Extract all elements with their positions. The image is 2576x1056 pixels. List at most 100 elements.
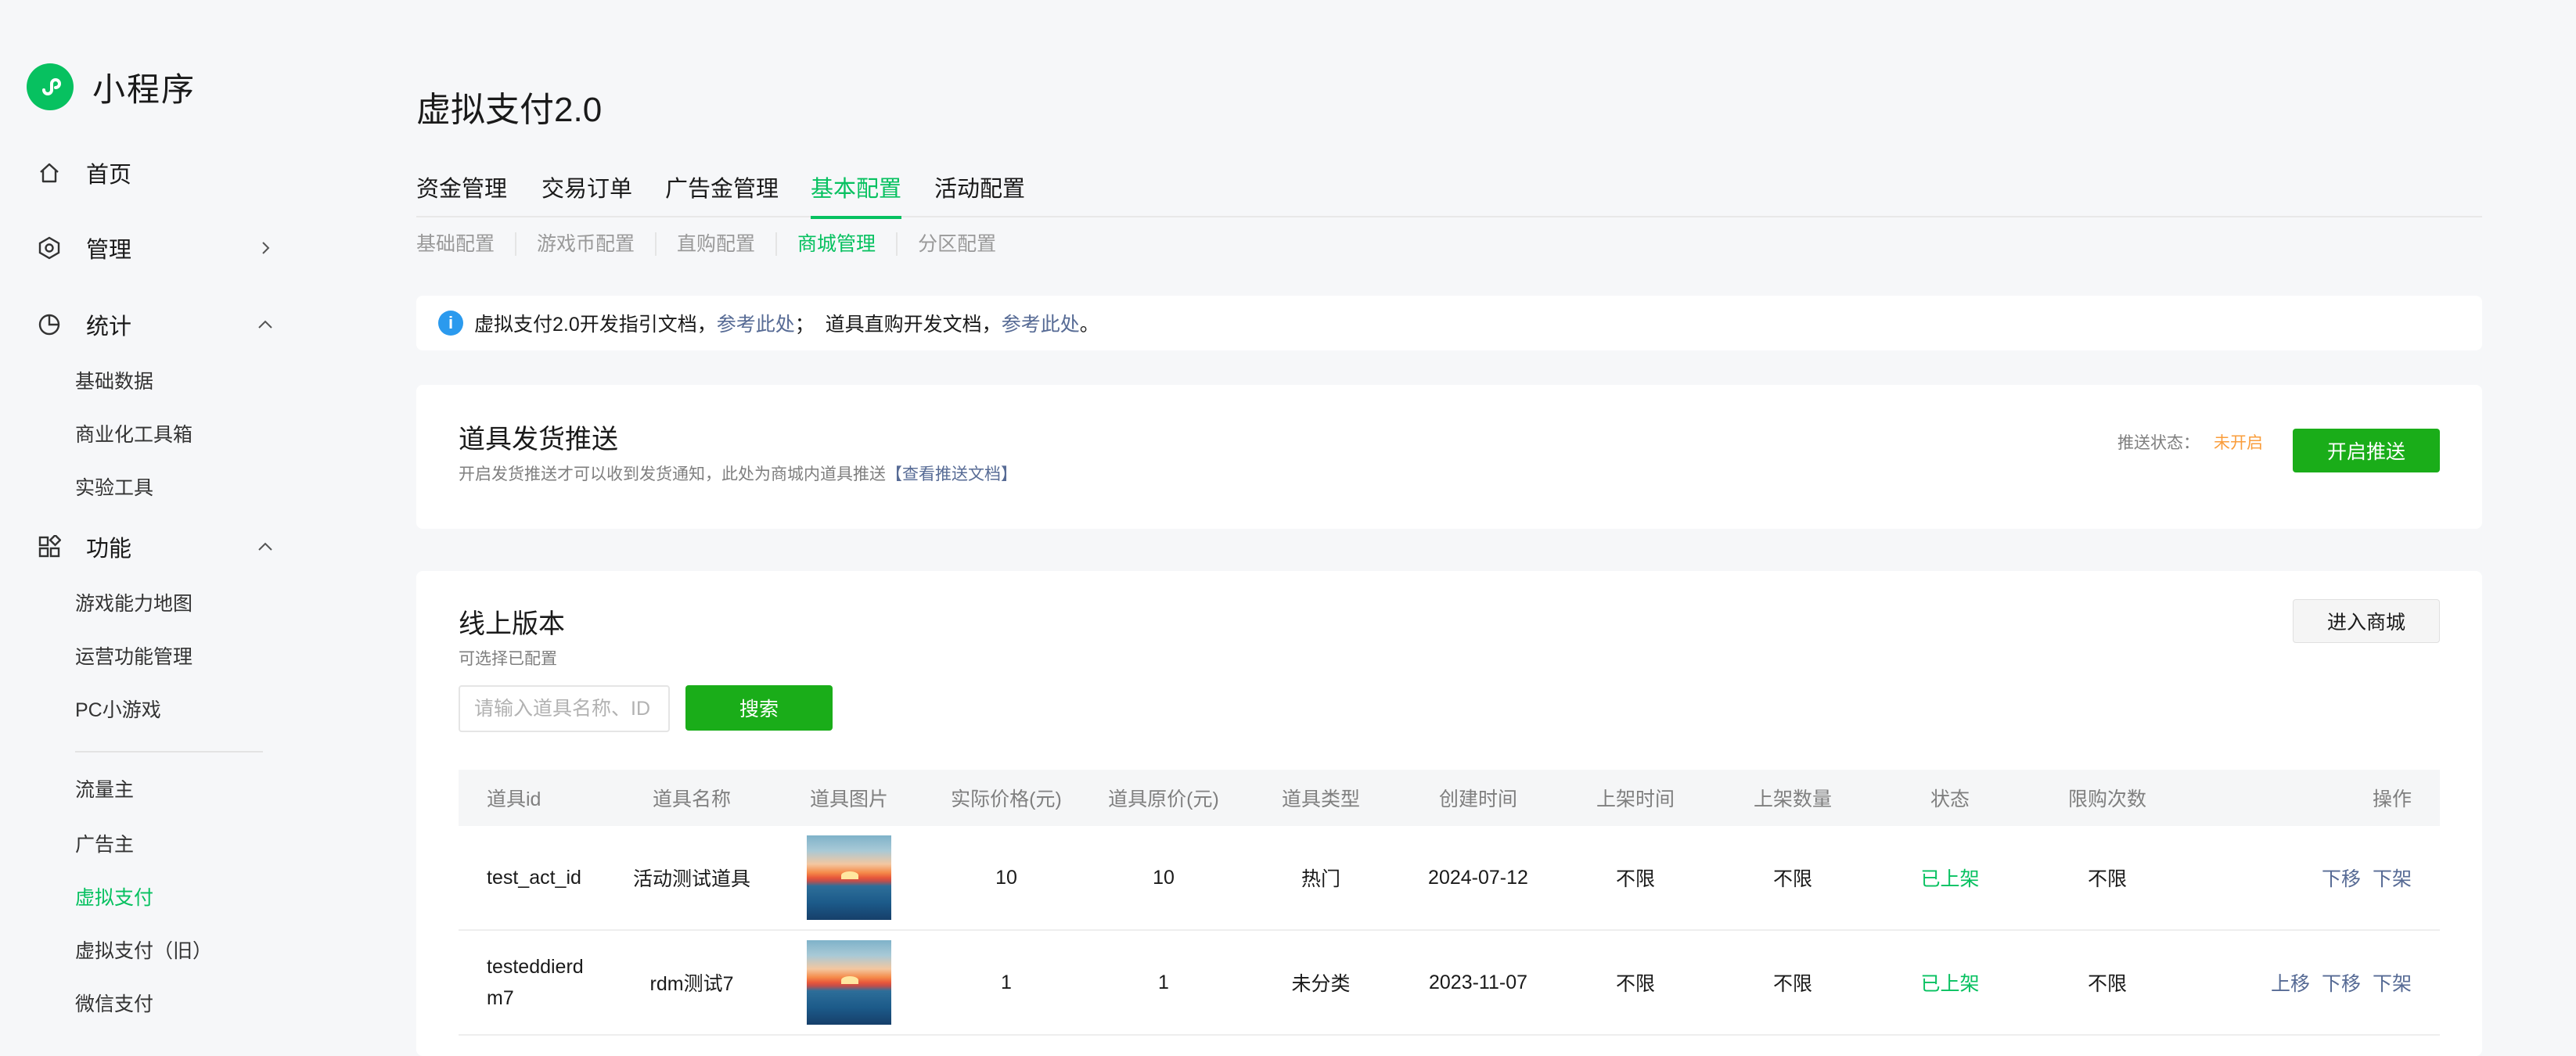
nav-stats[interactable]: 统计 [36, 305, 279, 344]
cell-item-type: 热门 [1301, 868, 1340, 890]
notice-text-3: 。 [1079, 314, 1099, 336]
delist-link[interactable]: 下架 [2373, 973, 2412, 995]
th-listing-time: 上架时间 [1596, 788, 1675, 810]
cell-item-image [786, 940, 912, 1025]
subtab-basic[interactable]: 基础配置 [416, 232, 515, 256]
tab-funds[interactable]: 资金管理 [416, 171, 507, 217]
search-button[interactable]: 搜索 [685, 685, 833, 731]
table-row: testeddierdm7 rdm测试7 1 1 未分类 2023-11-07 … [459, 931, 2440, 1036]
cell-actions: 上移 下移 下架 [2171, 968, 2440, 997]
table-header: 道具id 道具名称 道具图片 实际价格(元) 道具原价(元) 道具类型 创建时间… [459, 770, 2440, 826]
cell-item-name: 活动测试道具 [632, 868, 750, 890]
subtab-currency[interactable]: 游戏币配置 [515, 232, 655, 256]
home-icon [36, 160, 63, 186]
cell-listing-time: 不限 [1615, 868, 1655, 890]
cell-actions: 下移 下架 [2171, 864, 2440, 892]
delist-link[interactable]: 下架 [2373, 868, 2412, 890]
th-item-id: 道具id [487, 788, 541, 810]
th-original-price: 道具原价(元) [1108, 788, 1219, 810]
push-status-label: 推送状态： [2117, 434, 2200, 452]
brand[interactable]: 小程序 [27, 63, 196, 111]
nav-sub-commerce-toolbox[interactable]: 商业化工具箱 [75, 419, 192, 451]
apps-grid-icon [36, 533, 63, 560]
subtab-direct-buy[interactable]: 直购配置 [655, 232, 775, 256]
nav-sub-pc-minigame[interactable]: PC小游戏 [75, 695, 161, 726]
miniprogram-logo-icon [27, 63, 74, 110]
move-down-link[interactable]: 下移 [2322, 868, 2361, 890]
cell-status: 已上架 [1920, 868, 1980, 890]
subtab-bar: 基础配置 游戏币配置 直购配置 商城管理 分区配置 [416, 228, 1016, 260]
info-icon: i [438, 311, 463, 336]
table-row: test_act_id 活动测试道具 10 10 热门 2024-07-12 不… [459, 826, 2440, 931]
cell-item-id: test_act_id [487, 867, 581, 889]
notice-link-direct-buy[interactable]: 参考此处 [1002, 309, 1080, 337]
cell-item-id: testeddierdm7 [487, 956, 584, 1009]
move-up-link[interactable]: 上移 [2271, 973, 2310, 995]
chevron-right-icon [252, 235, 279, 261]
cell-purchase-limit: 不限 [2087, 868, 2127, 890]
page-title: 虚拟支付2.0 [416, 91, 603, 129]
cell-actual-price: 1 [1001, 971, 1012, 993]
th-status: 状态 [1930, 788, 1970, 810]
item-search-input[interactable] [459, 685, 670, 732]
th-actions: 操作 [2372, 788, 2412, 810]
tab-bar: 资金管理 交易订单 广告金管理 基本配置 活动配置 [416, 171, 2482, 219]
subtab-zone[interactable]: 分区配置 [896, 232, 1016, 256]
th-created-time: 创建时间 [1438, 788, 1517, 810]
nav-sub-virtual-payment[interactable]: 虚拟支付 [75, 882, 153, 914]
online-title: 线上版本 [459, 609, 565, 639]
subtab-store[interactable]: 商城管理 [775, 232, 896, 256]
push-title: 道具发货推送 [459, 425, 618, 454]
enable-push-button[interactable]: 开启推送 [2293, 429, 2440, 472]
nav-manage-label: 管理 [86, 238, 132, 263]
nav-home-label: 首页 [86, 163, 132, 188]
cell-created-time: 2023-11-07 [1428, 971, 1528, 993]
notice-bar: i 虚拟支付2.0开发指引文档， 参考此处 ； 道具直购开发文档， 参考此处 。 [416, 296, 2482, 350]
th-item-name: 道具名称 [652, 788, 731, 810]
items-table: 道具id 道具名称 道具图片 实际价格(元) 道具原价(元) 道具类型 创建时间… [459, 770, 2440, 1036]
chevron-up-icon [252, 311, 279, 338]
push-status-value: 未开启 [2214, 434, 2263, 452]
online-desc: 可选择已配置 [459, 650, 557, 668]
enter-store-button[interactable]: 进入商城 [2293, 599, 2440, 643]
nav-sub-game-ability-map[interactable]: 游戏能力地图 [75, 588, 192, 620]
nav-sub-advertiser[interactable]: 广告主 [75, 829, 134, 860]
chevron-up-icon [252, 533, 279, 560]
tab-basic-config[interactable]: 基本配置 [811, 171, 902, 219]
online-version-card: 线上版本 可选择已配置 进入商城 搜索 道具id 道具名称 道具图片 实际价格(… [416, 571, 2482, 1056]
th-purchase-limit: 限购次数 [2067, 788, 2146, 810]
tab-orders[interactable]: 交易订单 [541, 171, 632, 217]
notice-link-guide[interactable]: 参考此处 [717, 309, 795, 337]
push-doc-link[interactable]: 【查看推送文档】 [886, 465, 1017, 483]
move-down-link[interactable]: 下移 [2322, 973, 2361, 995]
nav-sub-virtual-payment-old[interactable]: 虚拟支付（旧） [75, 936, 212, 967]
sidebar: 小程序 首页 管理 统计 基础数据 商业化工具箱 实验工具 功能 游戏能力地图 … [0, 0, 329, 1043]
cell-created-time: 2024-07-12 [1428, 866, 1528, 889]
nav-divider [75, 751, 263, 752]
push-card: 道具发货推送 开启发货推送才可以收到发货通知，此处为商城内道具推送【查看推送文档… [416, 385, 2482, 529]
cell-actual-price: 10 [995, 866, 1017, 889]
nav-sub-experiment-tools[interactable]: 实验工具 [75, 472, 153, 504]
cell-listing-qty: 不限 [1772, 868, 1812, 890]
notice-text-2: ； 道具直购开发文档， [794, 314, 1002, 336]
tab-activity-config[interactable]: 活动配置 [934, 171, 1025, 217]
nav-features[interactable]: 功能 [36, 527, 279, 566]
brand-name: 小程序 [92, 70, 196, 108]
cell-item-type: 未分类 [1291, 973, 1351, 995]
th-item-type: 道具类型 [1281, 788, 1360, 810]
nav-stats-label: 统计 [86, 314, 132, 339]
pie-chart-icon [36, 311, 63, 338]
nav-sub-wechat-pay[interactable]: 微信支付 [75, 989, 153, 1020]
cell-original-price: 1 [1158, 971, 1169, 993]
th-listing-qty: 上架数量 [1753, 788, 1832, 810]
nav-sub-basic-data[interactable]: 基础数据 [75, 366, 153, 397]
cell-item-image [786, 835, 912, 920]
nav-home[interactable]: 首页 [36, 153, 279, 192]
nav-manage[interactable]: 管理 [36, 228, 279, 268]
nav-features-label: 功能 [86, 537, 132, 562]
tab-ad-funds[interactable]: 广告金管理 [665, 171, 779, 217]
item-thumbnail-image [807, 940, 891, 1025]
nav-sub-ops-feature-manage[interactable]: 运营功能管理 [75, 641, 192, 673]
push-desc: 开启发货推送才可以收到发货通知，此处为商城内道具推送【查看推送文档】 [459, 462, 1017, 485]
nav-sub-traffic-owner[interactable]: 流量主 [75, 774, 134, 806]
